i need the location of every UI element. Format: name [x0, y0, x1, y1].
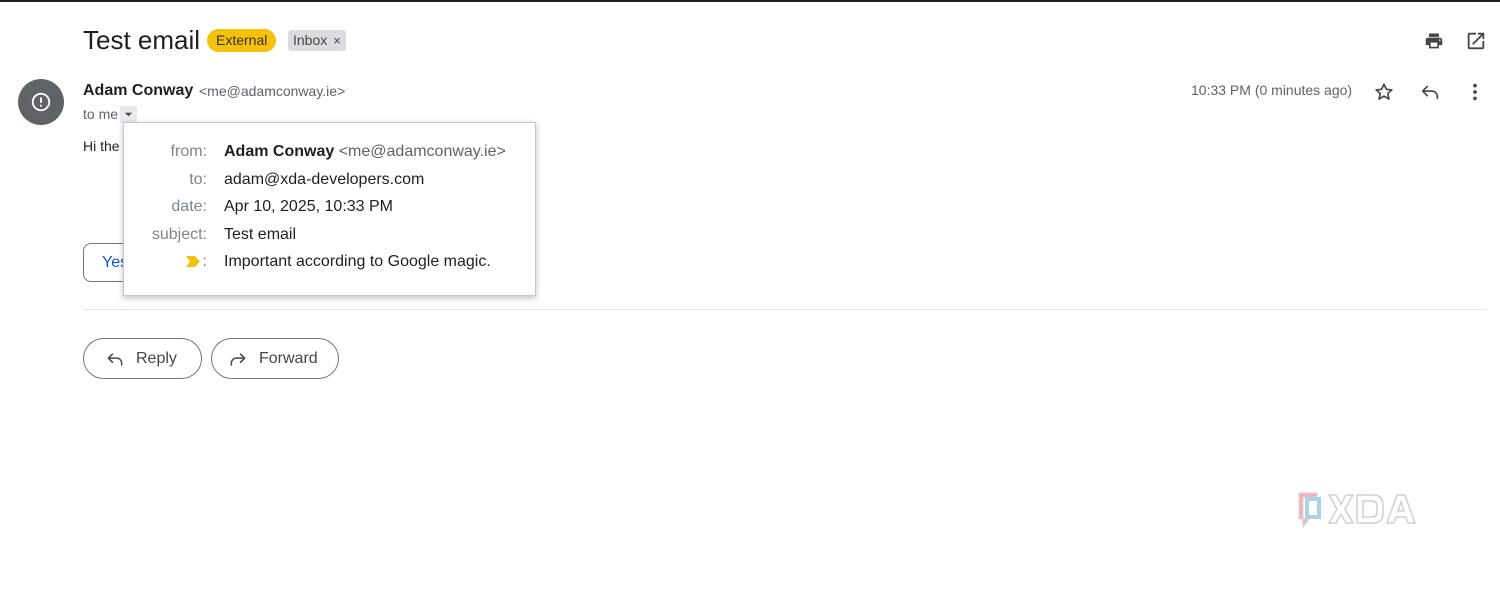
details-importance-row: : Important according to Google magic. — [124, 252, 537, 272]
external-label-chip: External — [207, 29, 277, 52]
from-label: from: — [170, 143, 207, 160]
subject-label: subject: — [151, 226, 207, 243]
forward-icon — [230, 352, 246, 366]
more-options-button[interactable] — [1461, 78, 1489, 106]
email-subject: Test email — [83, 25, 201, 55]
sender-name: Adam Conway — [83, 82, 194, 99]
details-date-row: date: Apr 10, 2025, 10:33 PM — [124, 197, 537, 217]
print-button[interactable] — [1420, 27, 1448, 55]
remove-label-icon[interactable]: × — [333, 33, 341, 48]
importance-value: Important according to Google magic. — [224, 253, 491, 270]
forward-button[interactable]: Forward — [211, 338, 339, 379]
subject-value: Test email — [224, 226, 297, 243]
show-details-button[interactable] — [120, 106, 137, 123]
message-divider — [83, 309, 1487, 310]
to-label: to: — [189, 171, 207, 188]
importance-marker-icon — [186, 256, 200, 267]
star-icon — [1375, 83, 1393, 100]
details-to-row: to: adam@xda-developers.com — [124, 170, 537, 190]
window-top-border — [0, 0, 1500, 2]
alert-icon — [31, 92, 51, 112]
message-details-popup: from: Adam Conway <me@adamconway.ie> to:… — [123, 122, 536, 296]
from-value: Adam Conway <me@adamconway.ie> — [224, 142, 506, 162]
date-label: date: — [171, 198, 207, 215]
details-subject-row: subject: Test email — [124, 225, 537, 245]
reply-icon-button[interactable] — [1416, 78, 1444, 106]
inbox-label-text: Inbox — [293, 32, 328, 48]
caret-down-icon — [124, 112, 133, 117]
importance-colon: : — [202, 253, 207, 270]
star-button[interactable] — [1370, 78, 1398, 106]
open-in-new-icon — [1467, 32, 1485, 50]
sender-avatar[interactable] — [18, 79, 64, 125]
more-vert-icon — [1473, 83, 1477, 101]
xda-logo-watermark — [1298, 492, 1417, 529]
reply-button-label: Reply — [136, 349, 177, 367]
inbox-label-chip[interactable]: Inbox × — [288, 30, 346, 51]
date-value: Apr 10, 2025, 10:33 PM — [224, 198, 393, 215]
to-value: adam@xda-developers.com — [224, 171, 425, 188]
forward-button-label: Forward — [259, 349, 318, 367]
recipient-summary: to me — [83, 106, 119, 122]
reply-icon — [1421, 85, 1439, 100]
details-from-row: from: Adam Conway <me@adamconway.ie> — [124, 142, 537, 162]
open-in-new-window-button[interactable] — [1462, 27, 1490, 55]
email-timestamp: 10:33 PM (0 minutes ago) — [1191, 82, 1353, 98]
from-name: Adam Conway — [224, 143, 335, 160]
email-body-text: Hi the — [83, 138, 120, 154]
from-email: <me@adamconway.ie> — [338, 143, 506, 160]
reply-icon — [107, 352, 123, 366]
sender-email: <me@adamconway.ie> — [199, 83, 346, 99]
reply-button[interactable]: Reply — [83, 338, 202, 379]
print-icon — [1425, 33, 1443, 49]
